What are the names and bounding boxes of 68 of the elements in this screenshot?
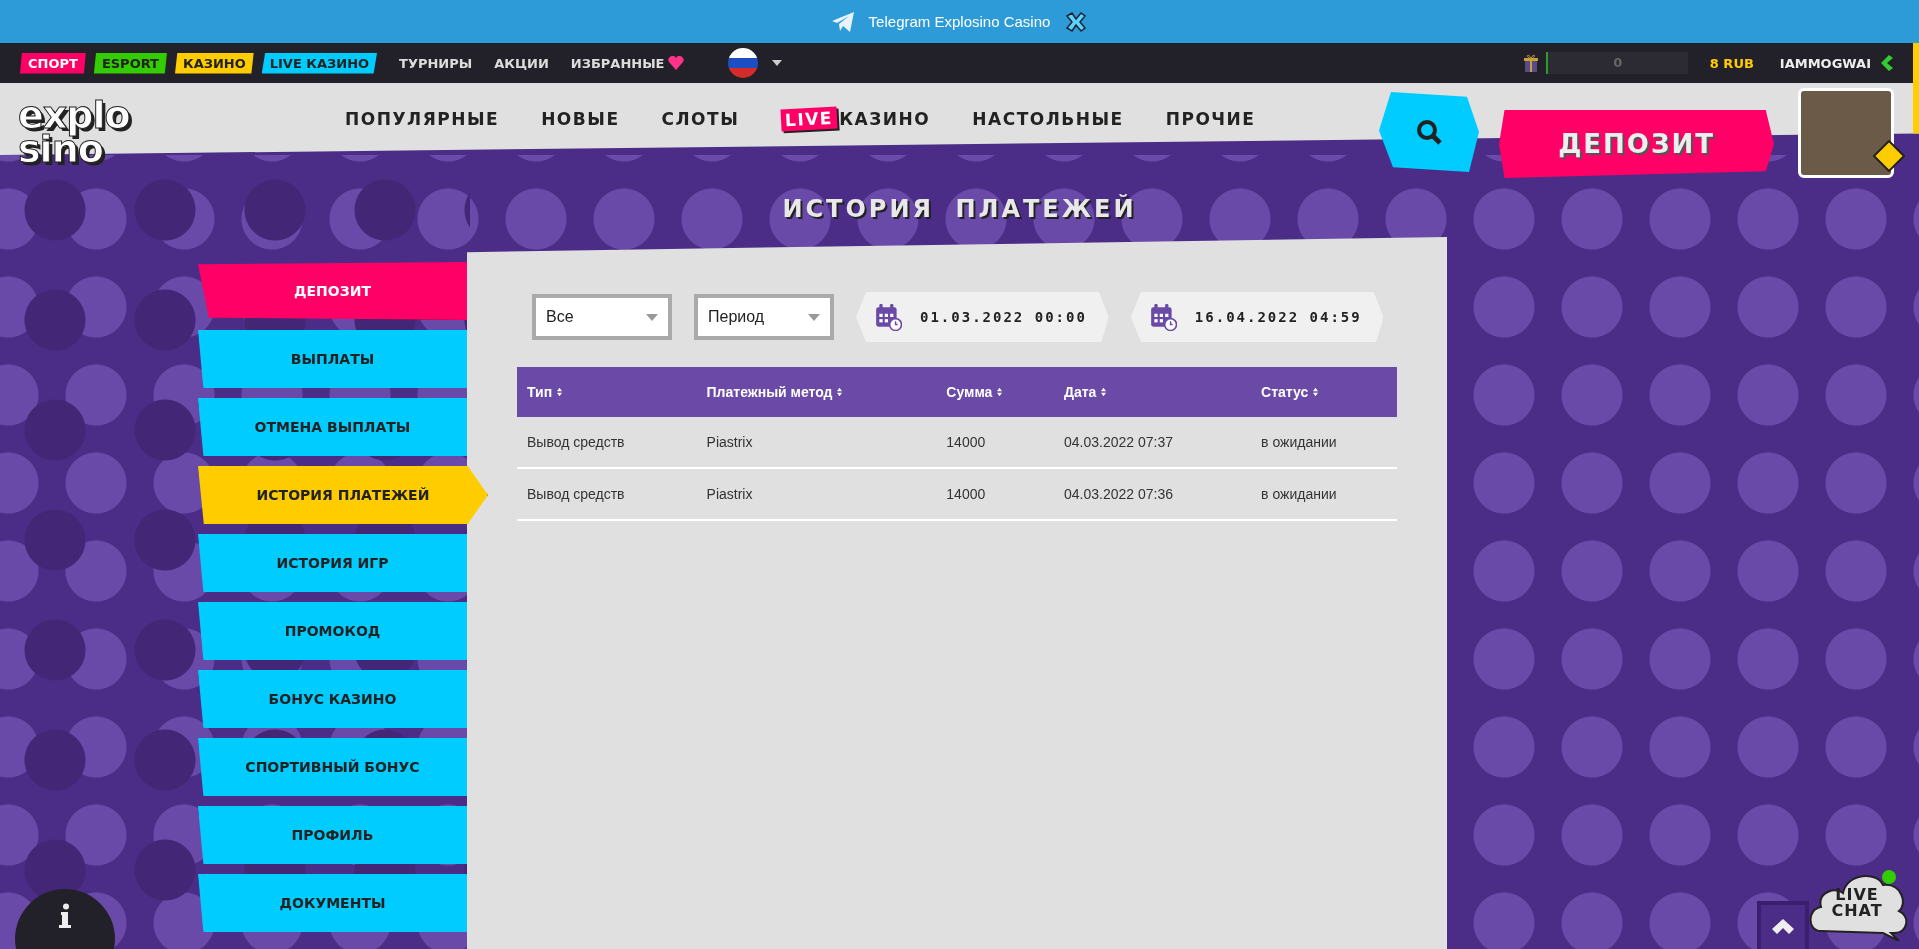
bonus-balance: 0: [1545, 52, 1688, 74]
table-cell: 04.03.2022 07:37: [1054, 417, 1252, 468]
category-tag[interactable]: LIVE КАЗИНО: [261, 52, 378, 74]
column-header[interactable]: Тип: [517, 367, 697, 417]
nav-link[interactable]: ТУРНИРЫ: [399, 55, 473, 71]
search-icon: [1415, 118, 1443, 146]
sort-icon[interactable]: [996, 387, 1004, 397]
sidebar-item[interactable]: ИСТОРИЯ ИГР: [198, 534, 467, 592]
menu-item[interactable]: ПОПУЛЯРНЫЕ: [345, 108, 500, 130]
column-header[interactable]: Платежный метод: [696, 367, 937, 417]
username[interactable]: IAMMOGWAI: [1779, 55, 1871, 71]
sidebar-item[interactable]: ДОКУМЕНТЫ: [198, 874, 467, 932]
column-header[interactable]: Дата: [1054, 367, 1252, 417]
avatar-placeholder[interactable]: [1798, 88, 1894, 178]
column-header[interactable]: Сумма: [936, 367, 1054, 417]
menu-item[interactable]: СЛОТЫ: [661, 108, 740, 130]
sort-icon[interactable]: [556, 387, 564, 397]
sidebar-item[interactable]: СПОРТИВНЫЙ БОНУС: [198, 738, 467, 796]
sidebar-item[interactable]: ВЫПЛАТЫ: [198, 330, 467, 388]
paper-plane-icon: [830, 10, 855, 33]
sidebar-item[interactable]: ПРОФИЛЬ: [198, 806, 467, 864]
table-cell: 04.03.2022 07:36: [1054, 468, 1252, 520]
sidebar-item[interactable]: ИСТОРИЯ ПЛАТЕЖЕЙ: [198, 466, 488, 524]
table-cell: 14000: [936, 417, 1054, 468]
cross-icon: [1064, 10, 1089, 33]
sort-icon[interactable]: [1100, 387, 1108, 397]
category-tag[interactable]: ESPORT: [93, 52, 167, 74]
diamond-icon: [1873, 140, 1905, 172]
calendar-icon: [874, 303, 902, 331]
category-tag[interactable]: СПОРТ: [20, 52, 86, 74]
chevron-icon[interactable]: [1879, 55, 1893, 71]
info-icon: [58, 903, 72, 929]
table-cell: Вывод средств: [517, 417, 697, 468]
select-field[interactable]: Все: [532, 294, 672, 340]
menu-item[interactable]: НОВЫЕ: [541, 108, 620, 130]
menu-item[interactable]: НАСТОЛЬНЫЕ: [972, 108, 1124, 130]
heart-icon: [667, 56, 684, 70]
nav-link[interactable]: АКЦИИ: [494, 55, 549, 71]
scroll-up-button[interactable]: [1757, 901, 1809, 949]
sort-icon[interactable]: [836, 387, 844, 397]
category-tag[interactable]: КАЗИНО: [175, 52, 254, 74]
sidebar-item[interactable]: БОНУС КАЗИНО: [198, 670, 467, 728]
caret-icon: [646, 313, 658, 321]
date-picker[interactable]: 01.03.2022 00:00: [856, 292, 1109, 342]
sidebar-item[interactable]: ДЕПОЗИТ: [198, 262, 467, 320]
caret-icon[interactable]: [771, 60, 782, 66]
table-cell: Piastrix: [696, 468, 937, 520]
date-picker[interactable]: 16.04.2022 04:59: [1130, 292, 1384, 342]
table-cell: 14000: [936, 468, 1054, 520]
select-field[interactable]: Период: [694, 294, 834, 340]
flag-icon[interactable]: [727, 48, 758, 78]
calendar-icon: [1148, 303, 1177, 331]
favorites-link[interactable]: ИЗБРАННЫЕ: [570, 55, 665, 71]
sidebar-item[interactable]: ОТМЕНА ВЫПЛАТЫ: [198, 398, 467, 456]
sort-icon[interactable]: [1312, 387, 1320, 397]
sidebar-item[interactable]: ПРОМОКОД: [198, 602, 467, 660]
table-cell: в ожидании: [1251, 417, 1397, 468]
menu-item[interactable]: LIVE КАЗИНО: [781, 108, 931, 130]
gift-icon[interactable]: [1523, 53, 1538, 73]
table-cell: Вывод средств: [517, 468, 697, 520]
balance: 8 RUB: [1709, 55, 1754, 71]
menu-item[interactable]: ПРОЧИЕ: [1165, 108, 1256, 130]
column-header[interactable]: Статус: [1251, 367, 1397, 417]
caret-icon: [808, 313, 820, 321]
chevron-up-icon: [1772, 919, 1794, 935]
table-cell: в ожидании: [1251, 468, 1397, 520]
page-title: ИСТОРИЯ ПЛАТЕЖЕЙ: [782, 195, 1137, 223]
table-cell: Piastrix: [696, 417, 937, 468]
